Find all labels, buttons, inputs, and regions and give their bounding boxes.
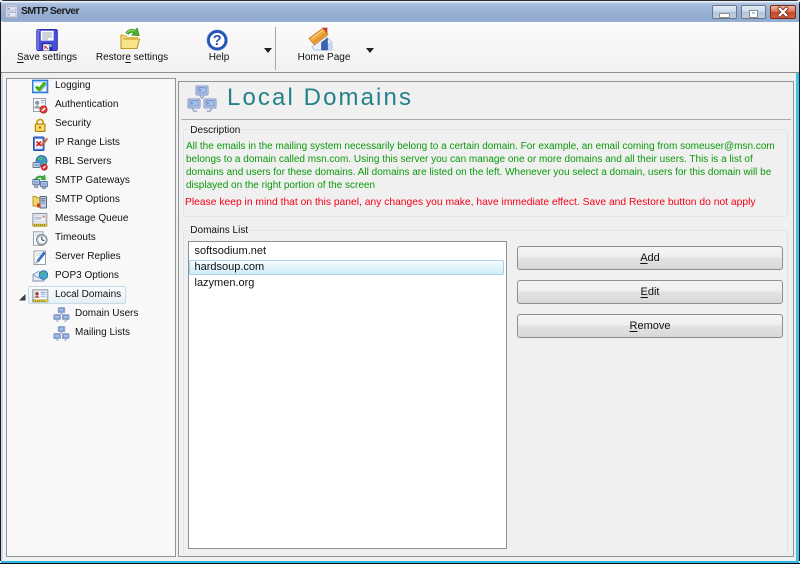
svg-text:?: ? (213, 33, 222, 49)
